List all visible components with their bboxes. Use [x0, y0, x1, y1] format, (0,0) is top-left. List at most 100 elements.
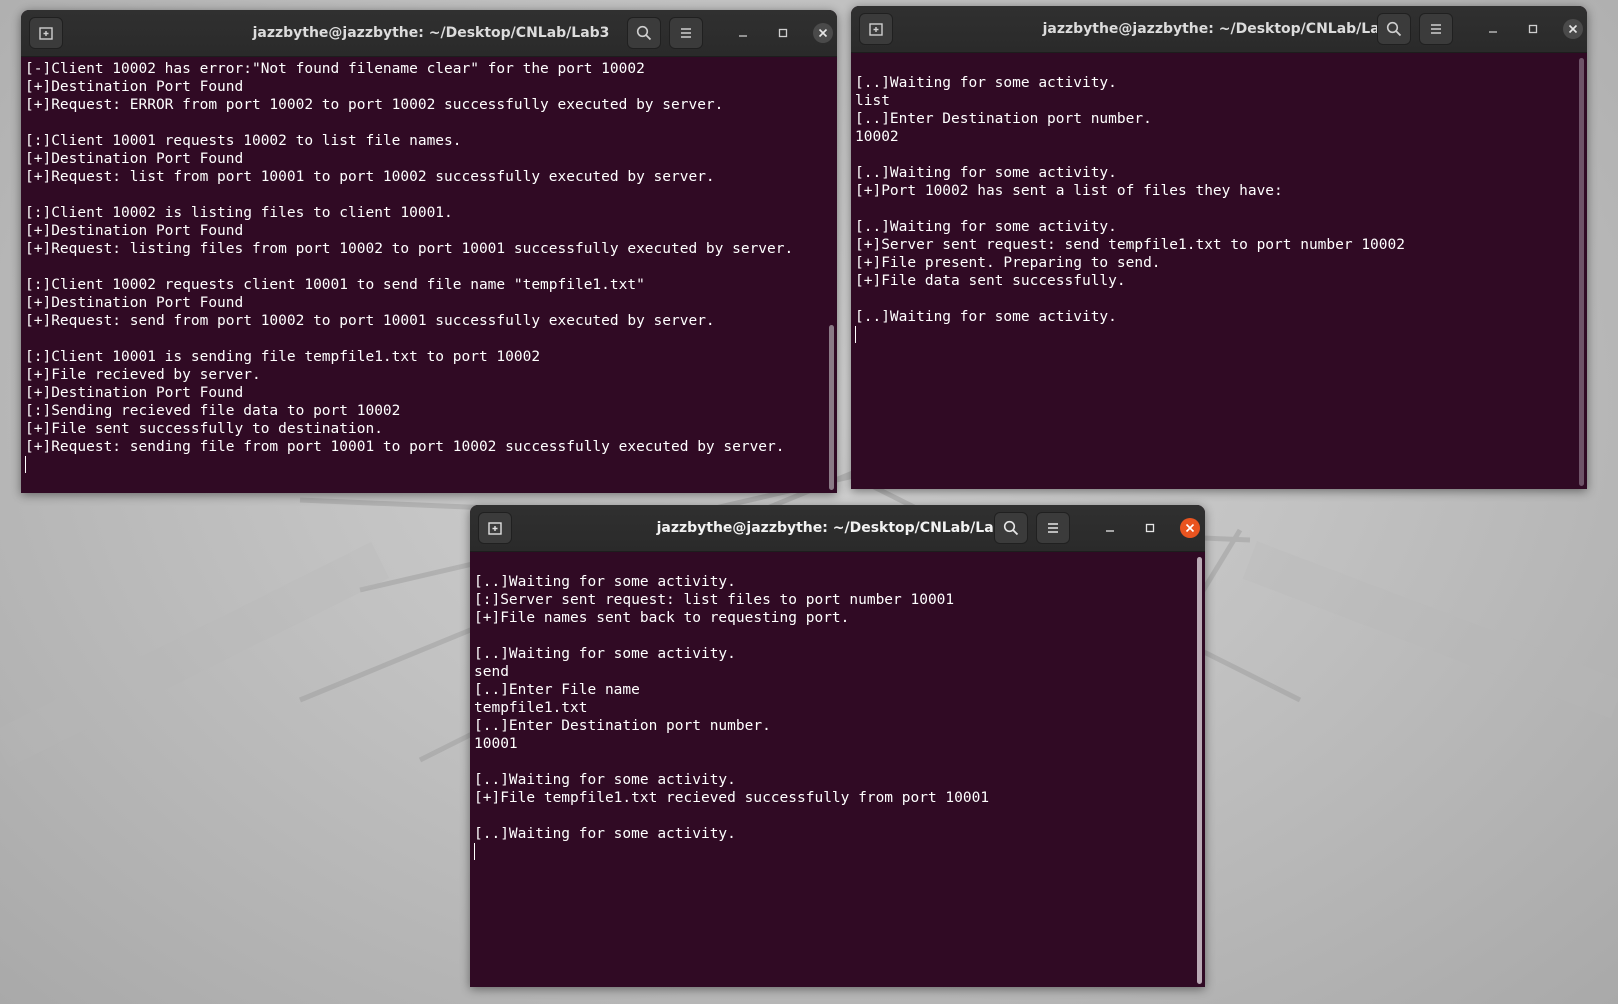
- close-button[interactable]: [1180, 518, 1200, 538]
- terminal-line: [:]Client 10002 requests client 10001 to…: [25, 277, 645, 293]
- new-tab-button[interactable]: [859, 13, 893, 45]
- hamburger-menu-icon: [1431, 24, 1441, 34]
- close-button[interactable]: [1563, 19, 1583, 39]
- maximize-button[interactable]: [1523, 19, 1543, 39]
- terminal-line: [+]Destination Port Found: [25, 79, 244, 95]
- terminal-output[interactable]: [..]Waiting for some activity. [:]Server …: [474, 551, 1191, 987]
- terminal-line: [..]Waiting for some activity.: [855, 309, 1117, 325]
- terminal-line: [+]File names sent back to requesting po…: [474, 610, 850, 626]
- terminal-line: list: [855, 93, 890, 109]
- minimize-button[interactable]: [733, 23, 753, 43]
- terminal-line: [..]Waiting for some activity.: [855, 165, 1117, 181]
- terminal-line: [+]Request: sending file from port 10001…: [25, 439, 785, 455]
- text-cursor: [25, 456, 26, 473]
- terminal-line: [+]Destination Port Found: [25, 385, 244, 401]
- terminal-window-client-10001[interactable]: jazzbythe@jazzbythe: ~/Desktop/CNLab/Lab…: [851, 6, 1587, 489]
- scrollbar[interactable]: [829, 325, 834, 490]
- search-icon: [1386, 21, 1402, 37]
- close-icon: [818, 28, 828, 38]
- hamburger-menu-icon: [1048, 523, 1058, 533]
- terminal-line: [+]Server sent request: send tempfile1.t…: [855, 237, 1405, 253]
- terminal-line: [25, 456, 823, 474]
- close-icon: [1568, 24, 1578, 34]
- minimize-button[interactable]: [1100, 518, 1120, 538]
- menu-button[interactable]: [1036, 512, 1070, 544]
- terminal-line: [..]Enter Destination port number.: [474, 718, 771, 734]
- terminal-line: [..]Enter Destination port number.: [855, 111, 1152, 127]
- terminal-line: [+]Request: list from port 10001 to port…: [25, 169, 715, 185]
- search-button[interactable]: [1377, 13, 1411, 45]
- close-button[interactable]: [813, 23, 833, 43]
- scrollbar[interactable]: [1197, 557, 1202, 984]
- terminal-line: [..]Waiting for some activity.: [474, 826, 736, 842]
- terminal-line: [..]Waiting for some activity.: [855, 219, 1117, 235]
- terminal-line: [:]Client 10001 requests 10002 to list f…: [25, 133, 462, 149]
- title-bar[interactable]: jazzbythe@jazzbythe: ~/Desktop/CNLab/Lab…: [851, 6, 1587, 53]
- terminal-line: [+]Request: listing files from port 1000…: [25, 241, 794, 257]
- terminal-line: [..]Waiting for some activity.: [474, 574, 736, 590]
- search-icon: [636, 25, 652, 41]
- terminal-line: [:]Server sent request: list files to po…: [474, 592, 955, 608]
- terminal-line: [:]Client 10001 is sending file tempfile…: [25, 349, 541, 365]
- close-icon: [1185, 523, 1195, 533]
- title-bar[interactable]: jazzbythe@jazzbythe: ~/Desktop/CNLab/Lab…: [21, 10, 837, 57]
- title-bar[interactable]: jazzbythe@jazzbythe: ~/Desktop/CNLab/Lab…: [470, 505, 1205, 552]
- terminal-window-server[interactable]: jazzbythe@jazzbythe: ~/Desktop/CNLab/Lab…: [21, 10, 837, 493]
- hamburger-menu-icon: [681, 28, 691, 38]
- scrollbar[interactable]: [1579, 58, 1584, 486]
- maximize-icon: [1528, 24, 1538, 34]
- terminal-line: [:]Client 10002 is listing files to clie…: [25, 205, 453, 221]
- window-title: jazzbythe@jazzbythe: ~/Desktop/CNLab/Lab…: [252, 25, 610, 41]
- search-icon: [1003, 520, 1019, 536]
- terminal-line: [+]Destination Port Found: [25, 151, 244, 167]
- terminal-line: [:]Sending recieved file data to port 10…: [25, 403, 401, 419]
- new-tab-button[interactable]: [478, 512, 512, 544]
- terminal-line: send: [474, 664, 509, 680]
- terminal-line: 10001: [474, 736, 518, 752]
- minimize-icon: [1106, 530, 1114, 532]
- search-button[interactable]: [627, 17, 661, 49]
- terminal-line: [..]Waiting for some activity.: [855, 75, 1117, 91]
- terminal-line: [+]File recieved by server.: [25, 367, 261, 383]
- terminal-output[interactable]: [..]Waiting for some activity. list [..]En…: [855, 52, 1573, 489]
- menu-button[interactable]: [1419, 13, 1453, 45]
- terminal-line: [855, 326, 1573, 344]
- menu-button[interactable]: [669, 17, 703, 49]
- maximize-icon: [1145, 523, 1155, 533]
- minimize-icon: [1489, 31, 1497, 33]
- new-tab-icon: [488, 522, 502, 535]
- terminal-line: [..]Enter File name: [474, 682, 640, 698]
- terminal-line: [+]Request: send from port 10002 to port…: [25, 313, 715, 329]
- terminal-line: [+]Destination Port Found: [25, 295, 244, 311]
- terminal-window-client-10002[interactable]: jazzbythe@jazzbythe: ~/Desktop/CNLab/Lab…: [470, 505, 1205, 987]
- text-cursor: [474, 843, 475, 860]
- maximize-button[interactable]: [1140, 518, 1160, 538]
- terminal-line: [+]File present. Preparing to send.: [855, 255, 1161, 271]
- new-tab-icon: [869, 23, 883, 36]
- maximize-icon: [778, 28, 788, 38]
- search-button[interactable]: [994, 512, 1028, 544]
- terminal-line: [474, 843, 1191, 861]
- maximize-button[interactable]: [773, 23, 793, 43]
- terminal-output[interactable]: [-]Client 10002 has error:"Not found fil…: [25, 56, 823, 493]
- terminal-line: [+]Request: ERROR from port 10002 to por…: [25, 97, 724, 113]
- new-tab-button[interactable]: [29, 17, 63, 49]
- terminal-line: [+]Port 10002 has sent a list of files t…: [855, 183, 1283, 199]
- minimize-icon: [739, 35, 747, 37]
- minimize-button[interactable]: [1483, 19, 1503, 39]
- terminal-line: [+]File data sent successfully.: [855, 273, 1126, 289]
- terminal-line: tempfile1.txt: [474, 700, 588, 716]
- terminal-line: [..]Waiting for some activity.: [474, 646, 736, 662]
- new-tab-icon: [39, 27, 53, 40]
- terminal-line: [-]Client 10002 has error:"Not found fil…: [25, 61, 645, 77]
